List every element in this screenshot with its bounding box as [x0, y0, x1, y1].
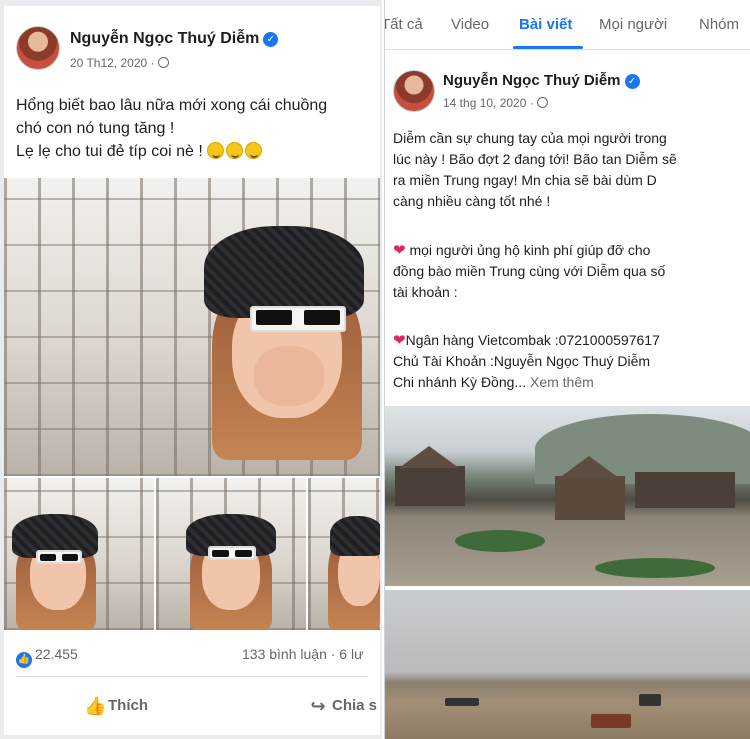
right-text-line: càng nhiều càng tốt nhé ! [393, 193, 551, 209]
right-screenshot: Tất cả Video Bài viết Mọi người Nhóm Ngu… [384, 0, 750, 739]
verified-badge-icon: ✓ [263, 32, 279, 47]
right-flood-photo-2[interactable] [385, 590, 750, 739]
right-author-name[interactable]: Nguyễn Ngọc Thuý Diễm ✓ [443, 72, 640, 89]
thumb-hat [330, 516, 380, 556]
grinning-emoji-icon [245, 142, 263, 159]
share-icon: ↪ [310, 696, 326, 716]
photo-hand [254, 346, 324, 406]
left-like-button[interactable]: 👍 Thích [84, 696, 148, 717]
left-actions-divider [16, 676, 368, 677]
left-text-line-1: Hổng biết bao lâu nữa mới xong cái chuồn… [16, 97, 328, 114]
photo-house [555, 476, 625, 520]
right-text-line: ra miền Trung ngay! Mn chia sẽ bài dùm D [393, 172, 657, 188]
left-screenshot: Nguyễn Ngọc Thuý Diễm ✓ 20 Th12, 2020 · H… [0, 0, 382, 739]
left-text-line-3: Lẹ lẹ cho tui đẻ típ coi nè ! [16, 140, 380, 163]
grinning-emoji-icon [226, 142, 244, 159]
photo-bucket-hat [204, 226, 364, 318]
right-text-line: Diễm cần sự chung tay của mọi người tron… [393, 130, 667, 146]
right-post-paragraph-2: ❤ mọi người ủng hộ kinh phí giúp đỡ cho … [393, 240, 665, 303]
tab-posts-underline [513, 46, 583, 49]
right-text-line: tài khoản : [393, 284, 458, 300]
left-main-photo[interactable] [4, 178, 380, 476]
right-post-meta: 14 thg 10, 2020 · [443, 96, 549, 110]
left-share-button[interactable]: ↪ Chia s [308, 696, 377, 717]
left-thumb-1[interactable] [4, 478, 154, 630]
tab-posts[interactable]: Bài viết [519, 16, 572, 33]
like-icon: 👍 [84, 696, 107, 716]
branch-line: Chi nhánh Kỳ Đồng... Xem thêm [393, 374, 594, 390]
photo-boat [445, 698, 479, 706]
photo-roof [399, 446, 459, 468]
tab-all[interactable]: Tất cả [385, 16, 423, 33]
owner-line: Chủ Tài Khoản :Nguyễn Ngọc Thuý Diễm [393, 353, 651, 369]
like-reaction-icon: 👍 [16, 652, 32, 668]
see-more-link[interactable]: Xem thêm [530, 374, 594, 390]
left-text-line-2: chó con nó tung tăng ! [16, 120, 175, 137]
left-post-text: Hổng biết bao lâu nữa mới xong cái chuồn… [16, 94, 380, 163]
left-post-date[interactable]: 20 Th12, 2020 [70, 56, 147, 70]
left-author-name[interactable]: Nguyễn Ngọc Thuý Diễm ✓ [70, 30, 279, 48]
search-tabs: Tất cả Video Bài viết Mọi người Nhóm [385, 0, 750, 50]
left-thumb-2[interactable] [156, 478, 306, 630]
thumb-glasses [208, 546, 256, 560]
left-comments-count[interactable]: 133 bình luận · 6 lư [242, 646, 363, 662]
right-text-line: đồng bào miền Trung cùng với Diễm qua số [393, 263, 666, 279]
right-author-avatar[interactable] [393, 70, 435, 112]
right-text-line: ❤ mọi người ủng hộ kinh phí giúp đỡ cho [393, 242, 651, 259]
tab-video[interactable]: Video [451, 16, 489, 33]
photo-tree [455, 530, 545, 552]
heart-icon: ❤ [393, 242, 406, 259]
globe-icon [157, 57, 169, 68]
photo-boat [639, 694, 661, 706]
grinning-emoji-icon [207, 142, 225, 159]
photo-house [395, 466, 465, 506]
bank-line: ❤Ngân hàng Vietcombak :0721000597617 [393, 332, 660, 349]
globe-icon [537, 97, 549, 108]
right-text-line: lúc này ! Bão đợt 2 đang tới! Bão tan Di… [393, 151, 677, 167]
right-flood-photo-1[interactable] [385, 406, 750, 586]
photo-sunglasses [250, 306, 346, 332]
photo-house [635, 472, 735, 508]
tab-people[interactable]: Mọi người [599, 16, 667, 33]
heart-icon: ❤ [393, 332, 406, 349]
left-likes-count[interactable]: 👍 22.455 [16, 646, 78, 668]
photo-roof [559, 456, 619, 478]
right-post-paragraph-1: Diễm cần sự chung tay của mọi người tron… [393, 128, 677, 212]
left-post-meta: 20 Th12, 2020 · [70, 56, 169, 70]
verified-badge-icon: ✓ [624, 74, 640, 89]
thumb-glasses [36, 550, 82, 564]
photo-tree [595, 558, 715, 578]
tab-groups[interactable]: Nhóm [699, 16, 739, 33]
left-author-avatar[interactable] [16, 26, 60, 70]
right-post-date[interactable]: 14 thg 10, 2020 [443, 96, 526, 110]
right-post-paragraph-3: ❤Ngân hàng Vietcombak :0721000597617 Chủ… [393, 330, 660, 393]
left-thumb-3[interactable] [308, 478, 380, 630]
left-post-card: Nguyễn Ngọc Thuý Diễm ✓ 20 Th12, 2020 · H… [4, 6, 380, 735]
photo-rescue-boat [591, 714, 631, 728]
